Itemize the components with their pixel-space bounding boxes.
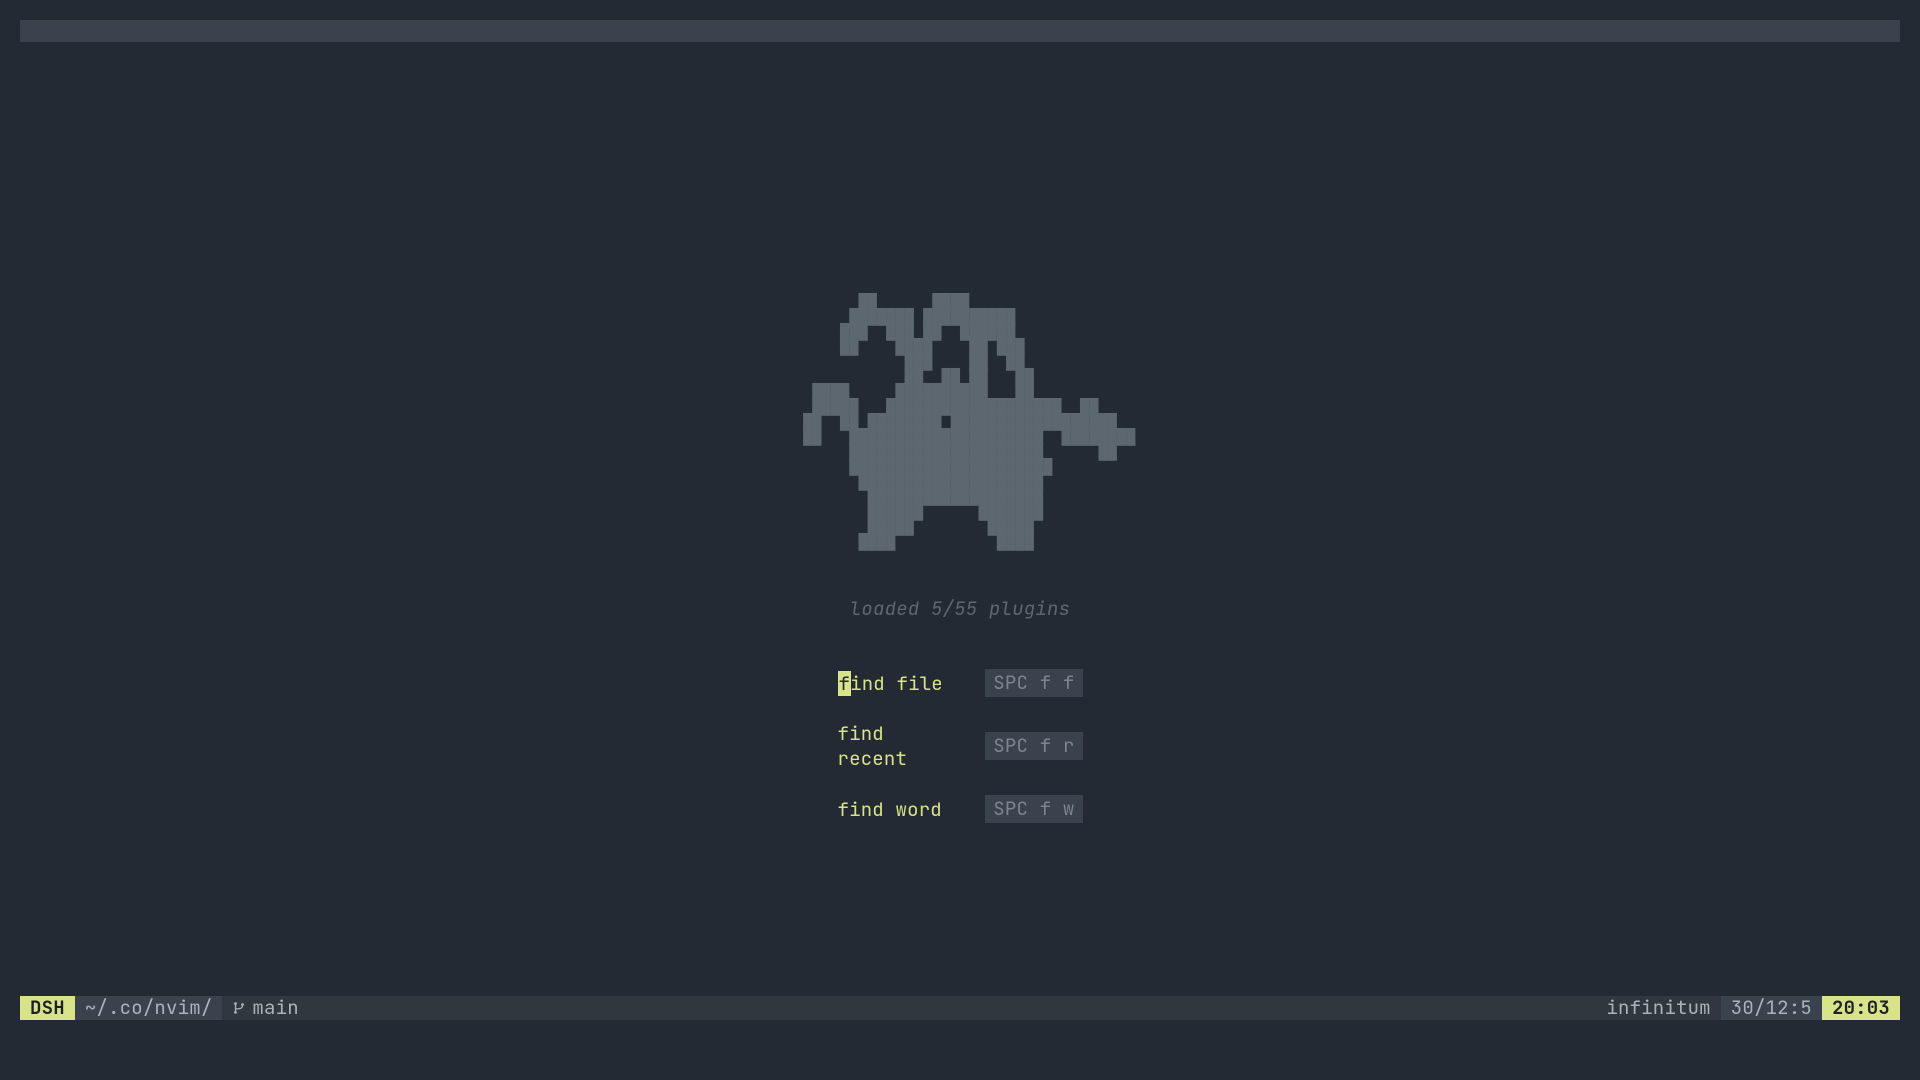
tab-bar[interactable] [20, 20, 1900, 42]
menu-label: find recent [838, 721, 946, 771]
dashboard-menu: find file SPC f f find recent SPC f r fi… [838, 669, 1083, 823]
status-position: 30/12:5 [1721, 996, 1822, 1020]
ascii-logo: ██ ████ ███████ ██████████ ███ ███ ██ ██… [775, 295, 1144, 550]
status-branch: main [222, 996, 308, 1020]
keybinding-hint: SPC f w [985, 795, 1082, 823]
menu-label: find word [838, 797, 942, 822]
status-filename: infinitum [1596, 996, 1720, 1020]
status-spacer [309, 996, 1597, 1020]
dashboard: ██ ████ ███████ ██████████ ███ ███ ██ ██… [0, 280, 1920, 823]
status-mode: DSH [20, 996, 75, 1020]
status-time: 20:03 [1822, 996, 1900, 1020]
keybinding-hint: SPC f r [985, 732, 1082, 760]
keybinding-hint: SPC f f [985, 669, 1082, 697]
menu-label: find file [838, 671, 943, 696]
menu-item-find-recent[interactable]: find recent SPC f r [838, 721, 1083, 771]
status-path: ~/.co/nvim/ [75, 996, 223, 1020]
menu-item-find-file[interactable]: find file SPC f f [838, 669, 1083, 697]
git-branch-icon [232, 1001, 246, 1015]
status-branch-name: main [252, 996, 298, 1020]
menu-item-find-word[interactable]: find word SPC f w [838, 795, 1083, 823]
status-line: DSH ~/.co/nvim/ main infinitum 30/12:5 2… [20, 996, 1900, 1020]
plugin-status: loaded 5/55 plugins [850, 596, 1070, 621]
